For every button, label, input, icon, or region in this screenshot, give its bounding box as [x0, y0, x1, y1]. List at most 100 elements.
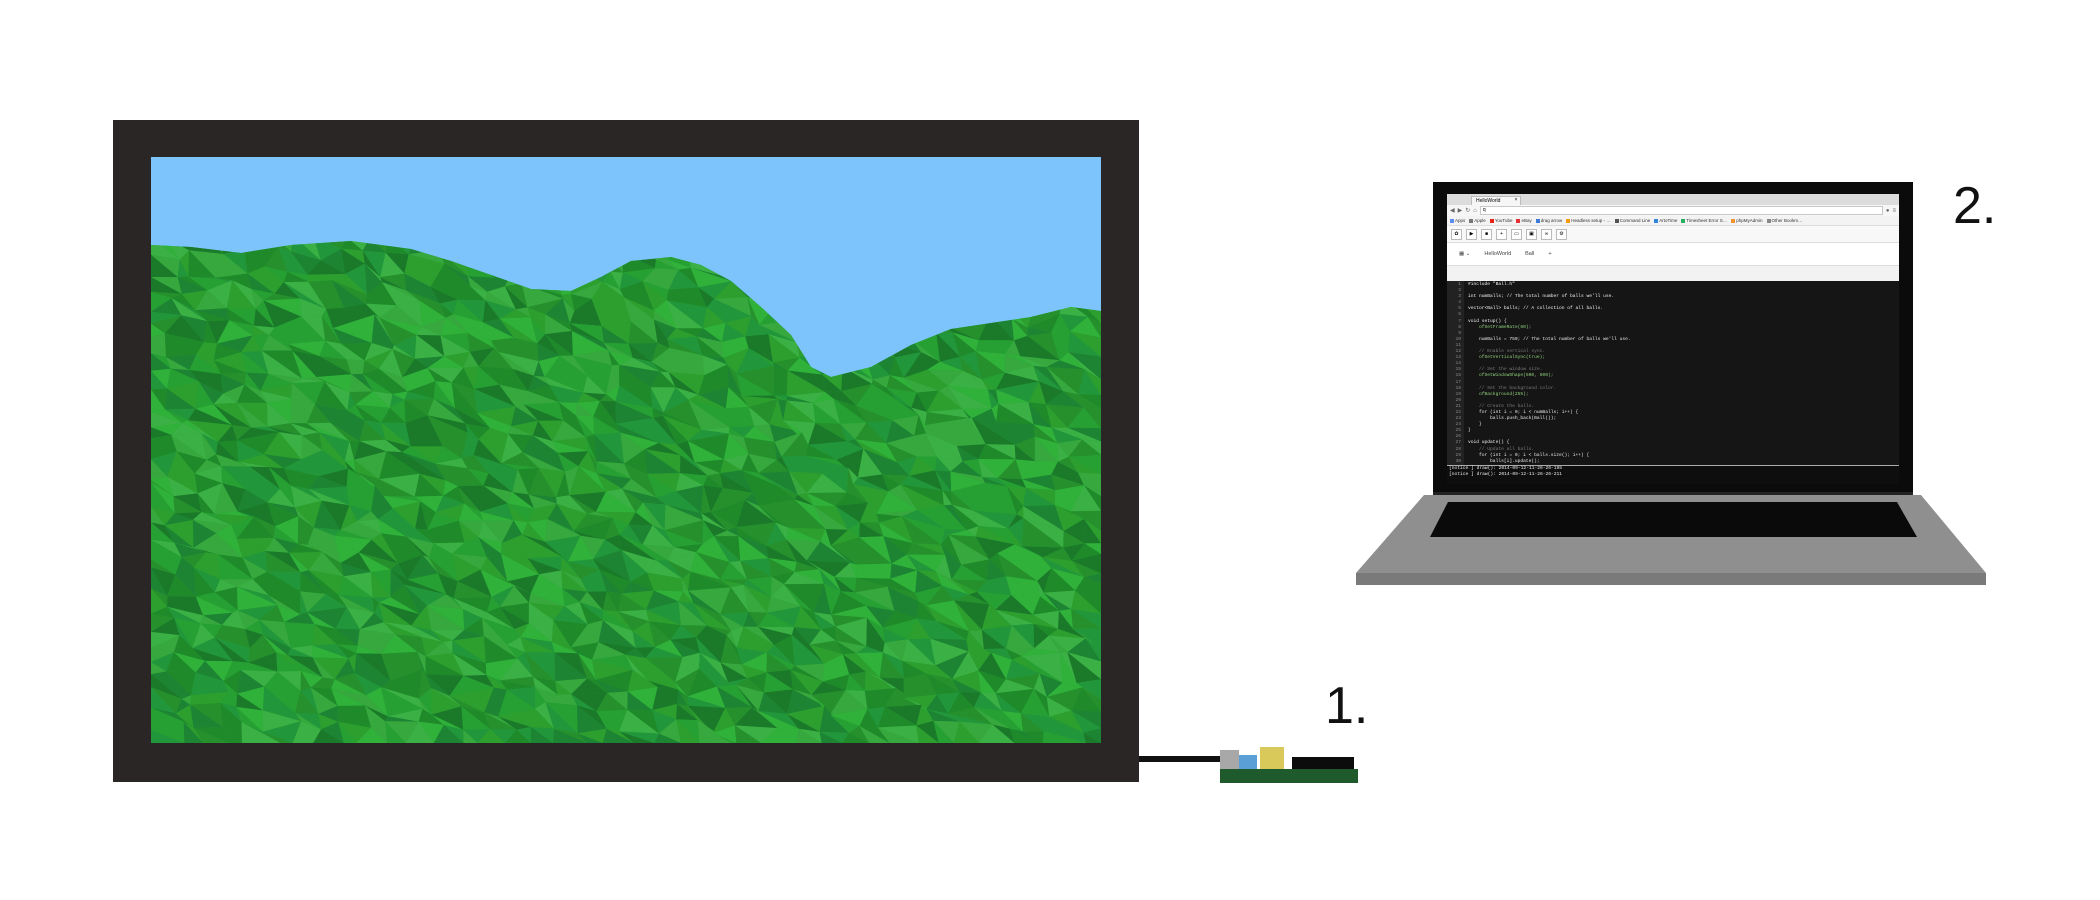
- code-line: 30 balls[i].update();: [1447, 459, 1899, 465]
- laptop-front-edge: [1356, 573, 1986, 585]
- code-lines: 1 #include "Ball.h" 2 3 int numBalls; // The…: [1447, 281, 1899, 465]
- console-line: [notice ] draw(): 2014-09-12-11-26-26-21…: [1449, 472, 1563, 477]
- stop-icon[interactable]: ■: [1481, 228, 1492, 240]
- tab-menu-icon[interactable]: ▦ ⌄: [1459, 251, 1470, 257]
- bookmark-label: Command Line: [1619, 218, 1651, 223]
- bookmark-item[interactable]: YouTube: [1489, 218, 1513, 223]
- bookmark-item[interactable]: phpMyAdmin: [1731, 218, 1763, 223]
- back-icon[interactable]: ◀: [1450, 207, 1455, 214]
- monitor: [113, 120, 1139, 782]
- bookmark-label: Apple: [1474, 218, 1486, 223]
- menu-icon[interactable]: ≡: [1892, 208, 1896, 214]
- bookmark-label: YouTube: [1494, 218, 1513, 223]
- file-tab[interactable]: Ball: [1525, 251, 1534, 257]
- line-number: 30: [1455, 458, 1461, 464]
- code-text: ofSetFrameRate(60);: [1468, 324, 1532, 330]
- logo-icon: ✿: [1451, 228, 1462, 240]
- bookmark-favicon-icon: [1681, 218, 1686, 223]
- bookmark-favicon-icon: [1450, 218, 1454, 223]
- link-icon[interactable]: ∞: [1541, 228, 1552, 240]
- gpio-header: [1260, 747, 1284, 769]
- raspberry-pi-board: [1220, 747, 1358, 783]
- reload-icon[interactable]: ↻: [1465, 207, 1470, 214]
- bookmark-label: phpMyAdmin: [1736, 218, 1763, 223]
- browser-tab-title: HelloWorld: [1476, 198, 1501, 204]
- bookmark-item[interactable]: Command Line: [1614, 218, 1651, 223]
- new-icon[interactable]: +: [1496, 228, 1507, 240]
- browser-tab[interactable]: HelloWorld ×: [1471, 196, 1522, 205]
- bookmark-item[interactable]: Timesheet Error S…: [1681, 218, 1727, 223]
- bookmark-item[interactable]: drag arrow: [1535, 218, 1563, 223]
- laptop-base: [1356, 495, 1986, 585]
- console-output: [notice ] draw(): 2014-09-12-11-26-26-19…: [1447, 465, 1899, 484]
- monitor-screen: [151, 157, 1101, 743]
- home-icon[interactable]: ⌂: [1473, 208, 1477, 214]
- file-tabs: ▦ ⌄ HelloWorld Ball +: [1447, 243, 1899, 266]
- code-text: void setup() {: [1468, 318, 1507, 324]
- bookmark-item[interactable]: Other Bookm…: [1766, 218, 1803, 223]
- bookmark-favicon-icon: [1566, 218, 1571, 223]
- hdmi-cable: [1139, 756, 1225, 762]
- open-icon[interactable]: ▭: [1511, 228, 1522, 240]
- code-text: void update() {: [1468, 440, 1510, 446]
- code-text: // Set the window size.: [1468, 367, 1543, 373]
- laptop: HelloWorld × ◀ ▶ ↻ ⌂ q ● ≡ Apps Apple YouT…: [1356, 182, 1986, 592]
- bookmark-label: drag arrow: [1540, 218, 1563, 223]
- bookmark-label: Timesheet Error S…: [1686, 218, 1728, 223]
- forward-icon[interactable]: ▶: [1458, 207, 1463, 214]
- code-text: ofSetWindowShape(500, 500);: [1468, 373, 1554, 379]
- bookmark-favicon-icon: [1654, 218, 1659, 223]
- browser-url-bar: ◀ ▶ ↻ ⌂ q ● ≡: [1447, 205, 1899, 216]
- terrain-render: [151, 157, 1101, 743]
- code-text: // Create the balls.: [1468, 403, 1535, 409]
- code-text: // Update all balls.: [1468, 446, 1535, 452]
- settings-icon[interactable]: ⚙: [1556, 228, 1567, 240]
- bookmark-favicon-icon: [1516, 218, 1521, 223]
- bookmark-label: Headless setup - …: [1571, 218, 1611, 223]
- bookmark-favicon-icon: [1731, 218, 1736, 223]
- code-text: numBalls = 750; // The total number of b…: [1468, 336, 1631, 342]
- laptop-lid: HelloWorld × ◀ ▶ ↻ ⌂ q ● ≡ Apps Apple YouT…: [1433, 182, 1913, 492]
- hdmi-connector: [1292, 757, 1354, 769]
- code-text: #include "Ball.h": [1468, 282, 1515, 287]
- laptop-screen: HelloWorld × ◀ ▶ ↻ ⌂ q ● ≡ Apps Apple YouT…: [1447, 194, 1899, 484]
- bookmark-favicon-icon: [1535, 218, 1540, 223]
- file-tab[interactable]: HelloWorld: [1484, 251, 1511, 257]
- browser-tab-bar: HelloWorld ×: [1447, 194, 1899, 205]
- bookmark-label: Apps: [1455, 218, 1466, 223]
- bookmark-label: ArtoTime: [1659, 218, 1678, 223]
- ide-toolbar: ✿ ▶ ■ + ▭ ▣ ∞ ⚙: [1447, 226, 1899, 243]
- laptop-keyboard: [1430, 502, 1917, 537]
- code-editor[interactable]: 1 #include "Ball.h" 2 3 int numBalls; // The…: [1447, 281, 1899, 465]
- close-icon[interactable]: ×: [1514, 197, 1517, 203]
- step-number-1: 1.: [1325, 677, 1369, 735]
- usb-port: [1220, 750, 1239, 769]
- code-text: ofBackground(255);: [1468, 391, 1529, 397]
- bookmarks-bar: Apps Apple YouTube eBay drag arrow Headless s…: [1447, 216, 1899, 226]
- code-text: for (int i = 0; i < balls.size(); i++) {: [1468, 452, 1590, 458]
- extension-icon[interactable]: ●: [1886, 208, 1890, 214]
- code-text: }: [1468, 428, 1471, 434]
- bookmark-item[interactable]: Apps: [1450, 218, 1465, 223]
- run-icon[interactable]: ▶: [1466, 228, 1477, 240]
- code-text: // Enable vertical sync.: [1468, 349, 1546, 355]
- bookmark-item[interactable]: Headless setup - …: [1566, 218, 1611, 223]
- bookmark-label: Other Bookm…: [1771, 218, 1803, 223]
- code-text: for (int i = 0; i < numBalls; i++) {: [1468, 409, 1579, 415]
- bookmark-favicon-icon: [1469, 218, 1474, 223]
- ethernet-port: [1239, 755, 1257, 769]
- bookmark-item[interactable]: ArtoTime: [1654, 218, 1677, 223]
- code-text: }: [1468, 422, 1482, 428]
- address-input[interactable]: q: [1479, 206, 1883, 215]
- code-text: vector<Ball> balls; // A collection of a…: [1468, 306, 1604, 312]
- pcb: [1220, 769, 1358, 783]
- save-icon[interactable]: ▣: [1526, 228, 1537, 240]
- bookmark-label: eBay: [1521, 218, 1532, 223]
- bookmark-item[interactable]: eBay: [1516, 218, 1532, 223]
- bookmark-favicon-icon: [1614, 218, 1619, 223]
- code-text: // Set the background color.: [1468, 385, 1557, 391]
- add-tab-icon[interactable]: +: [1548, 251, 1551, 257]
- code-text: int numBalls; // The total number of bal…: [1468, 294, 1615, 300]
- code-text: balls[i].update();: [1468, 458, 1540, 464]
- bookmark-item[interactable]: Apple: [1469, 218, 1486, 223]
